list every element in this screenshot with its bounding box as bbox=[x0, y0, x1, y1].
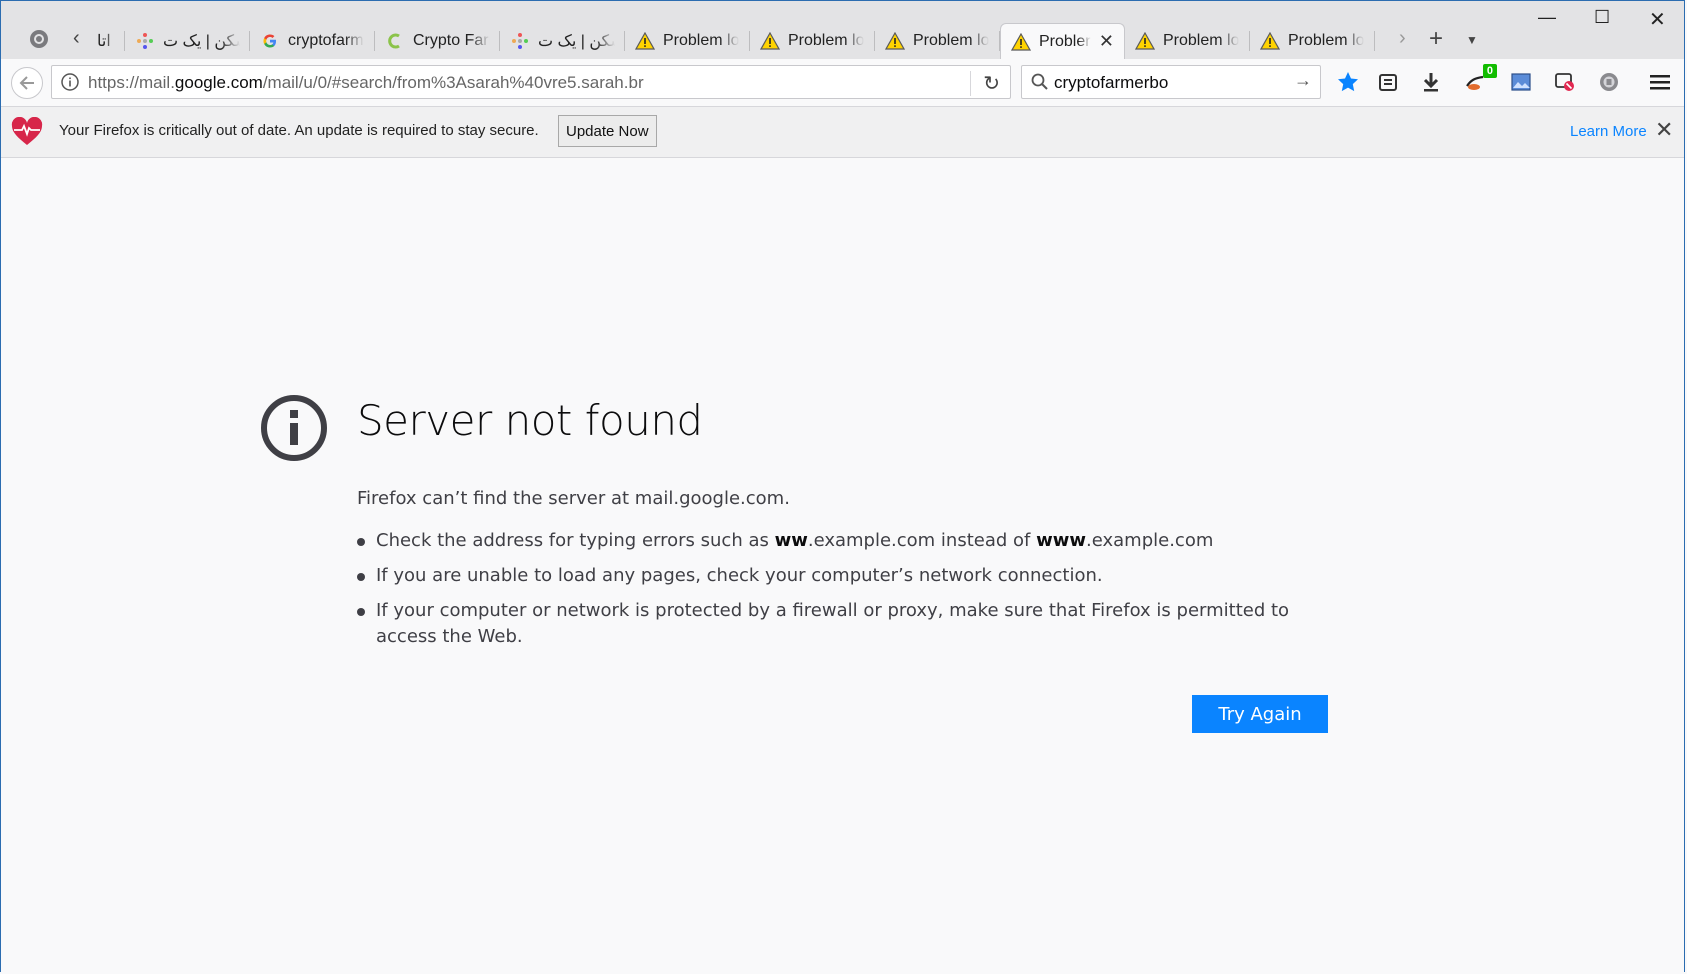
tab-6[interactable]: Problem lo bbox=[750, 23, 875, 59]
tab-strip: ‹ اتا شکن | یک ت cryptofarm bbox=[1, 1, 1684, 59]
tab-label: Crypto Farr bbox=[413, 32, 490, 49]
library-icon[interactable] bbox=[1373, 67, 1403, 97]
tab-5[interactable]: Problem lo bbox=[625, 23, 750, 59]
close-window-button[interactable]: ✕ bbox=[1649, 7, 1666, 32]
warning-icon bbox=[760, 31, 780, 51]
suggestion-item: Check the address for typing errors such… bbox=[357, 528, 1317, 554]
tab-2[interactable]: cryptofarm bbox=[250, 23, 375, 59]
url-bar[interactable]: https://mail.google.com/mail/u/0/#search… bbox=[51, 65, 1011, 99]
close-tab-icon[interactable]: ✕ bbox=[1099, 31, 1114, 52]
new-tab-button[interactable]: + bbox=[1429, 25, 1443, 53]
suggestion-text: Check the address for typing errors such… bbox=[376, 530, 775, 551]
warning-icon bbox=[885, 31, 905, 51]
suggestion-bold: ww bbox=[774, 530, 808, 551]
scroll-tabs-right-button[interactable]: › bbox=[1399, 27, 1406, 50]
tab-label: شکن | یک ت bbox=[538, 33, 615, 50]
bookmark-star-icon[interactable] bbox=[1333, 67, 1363, 97]
heart-pulse-icon bbox=[11, 116, 43, 152]
tab-7[interactable]: Problem lo bbox=[875, 23, 1000, 59]
scroll-tabs-left-button[interactable]: ‹ bbox=[73, 27, 80, 50]
screenshot-icon[interactable] bbox=[1506, 67, 1536, 97]
tab-label: اتا bbox=[97, 33, 111, 50]
back-button[interactable] bbox=[11, 67, 43, 99]
extension-badge-count: 0 bbox=[1482, 64, 1497, 78]
suggestion-text: .example.com bbox=[1086, 530, 1214, 551]
search-bar[interactable]: cryptofarmerbo → bbox=[1021, 65, 1321, 99]
suggestion-bold: www bbox=[1036, 530, 1086, 551]
maximize-button[interactable]: ☐ bbox=[1594, 7, 1610, 28]
warning-icon bbox=[1011, 32, 1031, 52]
update-notification-bar: Your Firefox is critically out of date. … bbox=[1, 107, 1684, 158]
blocker-icon[interactable] bbox=[1550, 67, 1580, 97]
suggestion-text: .example.com instead of bbox=[807, 530, 1037, 551]
globe-icon[interactable] bbox=[27, 27, 55, 55]
warning-icon bbox=[1135, 31, 1155, 51]
tab-label: Probler bbox=[1039, 32, 1091, 50]
hamburger-menu-icon[interactable] bbox=[1645, 67, 1675, 97]
download-icon[interactable] bbox=[1416, 67, 1446, 97]
extension-badge-icon[interactable]: 0 bbox=[1461, 64, 1497, 97]
url-text: https://mail.google.com/mail/u/0/#search… bbox=[88, 73, 644, 93]
url-domain: google.com bbox=[174, 73, 263, 92]
tab-label: Problem lo bbox=[788, 32, 865, 49]
try-again-button[interactable]: Try Again bbox=[1192, 695, 1328, 733]
tab-9[interactable]: Problem lo bbox=[1125, 23, 1250, 59]
back-arrow-icon bbox=[19, 76, 34, 90]
error-suggestion-list: Check the address for typing errors such… bbox=[357, 528, 1317, 659]
tab-8-active[interactable]: Probler ✕ bbox=[1000, 23, 1125, 59]
navigation-toolbar: https://mail.google.com/mail/u/0/#search… bbox=[1, 59, 1684, 107]
tab-list: اتا شکن | یک ت cryptofarm Crypto Farr bbox=[93, 23, 1375, 59]
site-info-icon[interactable] bbox=[60, 72, 80, 97]
tab-4[interactable]: شکن | یک ت bbox=[500, 23, 625, 59]
learn-more-link[interactable]: Learn More bbox=[1570, 123, 1647, 140]
minimize-button[interactable]: — bbox=[1538, 7, 1556, 28]
tab-label: شکن | یک ت bbox=[163, 33, 240, 50]
notification-message: Your Firefox is critically out of date. … bbox=[59, 122, 539, 139]
error-title: Server not found bbox=[357, 396, 703, 445]
tab-0[interactable]: اتا bbox=[93, 23, 125, 59]
google-icon bbox=[260, 31, 280, 51]
update-now-button[interactable]: Update Now bbox=[558, 115, 657, 147]
url-prefix: https://mail. bbox=[88, 73, 175, 92]
reload-icon[interactable]: ↻ bbox=[970, 71, 1000, 96]
account-icon[interactable] bbox=[1594, 67, 1624, 97]
tab-label: Problem lo bbox=[663, 32, 740, 49]
tab-label: cryptofarm bbox=[288, 32, 364, 49]
tab-label: Problem lo bbox=[913, 32, 990, 49]
tab-10[interactable]: Problem lo bbox=[1250, 23, 1375, 59]
warning-icon bbox=[1260, 31, 1280, 51]
browser-window: ‹ اتا شکن | یک ت cryptofarm bbox=[0, 0, 1685, 973]
search-input-value: cryptofarmerbo bbox=[1054, 73, 1169, 92]
search-go-icon[interactable]: → bbox=[1294, 70, 1312, 91]
colorful-dots-icon bbox=[135, 31, 155, 51]
close-notification-icon[interactable]: ✕ bbox=[1655, 117, 1673, 143]
url-path: /mail/u/0/#search/from%3Asarah%40vre5.sa… bbox=[262, 73, 644, 92]
colorful-dots-icon bbox=[510, 31, 530, 51]
warning-icon bbox=[635, 31, 655, 51]
all-tabs-dropdown-button[interactable]: ▼ bbox=[1466, 33, 1478, 47]
tab-label: Problem lo bbox=[1163, 32, 1240, 49]
tab-label: Problem lo bbox=[1288, 32, 1365, 49]
error-description: Firefox can’t find the server at mail.go… bbox=[357, 488, 790, 509]
suggestion-item: If your computer or network is protected… bbox=[357, 598, 1317, 650]
suggestion-item: If you are unable to load any pages, che… bbox=[357, 563, 1317, 589]
error-page: Server not found Firefox can’t find the … bbox=[1, 158, 1684, 973]
search-icon bbox=[1030, 72, 1050, 97]
tab-3[interactable]: Crypto Farr bbox=[375, 23, 500, 59]
tab-1[interactable]: شکن | یک ت bbox=[125, 23, 250, 59]
crypto-farm-icon bbox=[385, 31, 405, 51]
info-icon bbox=[260, 394, 328, 462]
